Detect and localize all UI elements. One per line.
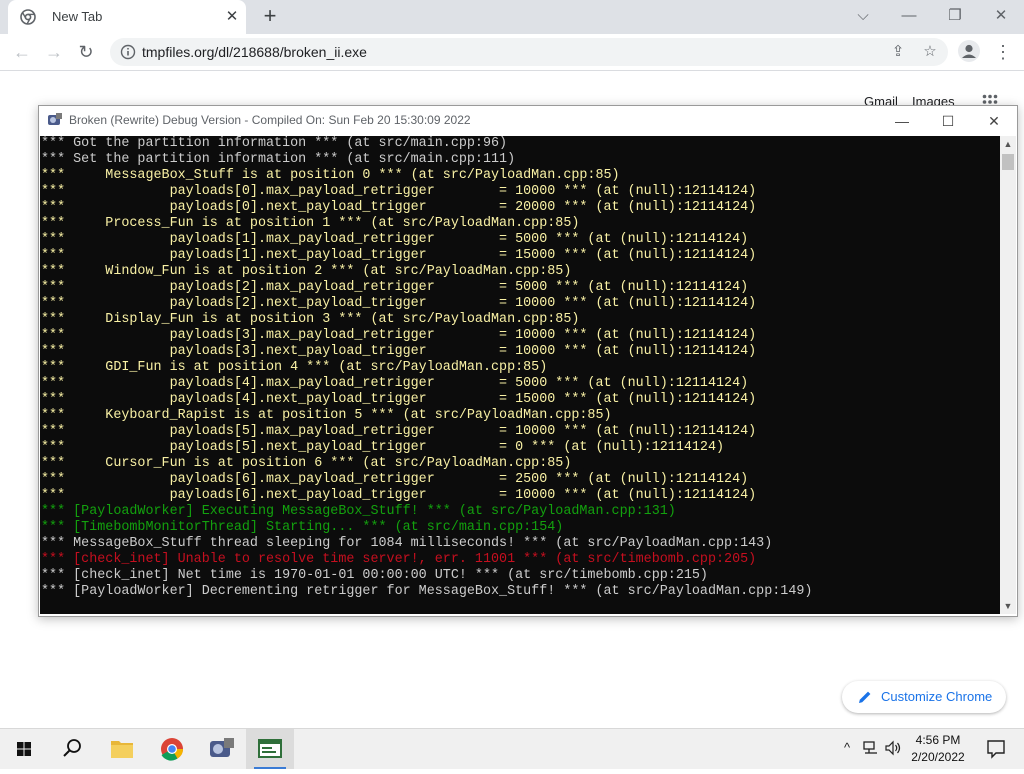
reload-icon[interactable]: ↻ (74, 40, 98, 64)
console-line: *** payloads[0].max_payload_retrigger = … (41, 184, 757, 199)
forward-arrow-icon[interactable]: → (42, 40, 66, 64)
network-icon[interactable] (862, 739, 880, 757)
tab-close-icon[interactable]: ✕ (222, 7, 242, 27)
clock-time[interactable]: 4:56 PM (906, 733, 970, 747)
restore-button[interactable]: ❐ (944, 6, 966, 26)
scrollbar-thumb[interactable] (1002, 154, 1014, 170)
console-output[interactable]: *** Got the partition information *** (a… (40, 136, 1000, 614)
console-line: *** payloads[4].next_payload_trigger = 1… (41, 392, 757, 407)
chrome-favicon-icon (20, 9, 36, 25)
chrome-menu-icon[interactable]: ⋮ (994, 40, 1012, 64)
console-line: *** Got the partition information *** (a… (41, 136, 508, 151)
console-line: *** payloads[2].max_payload_retrigger = … (41, 280, 749, 295)
console-line: *** payloads[5].next_payload_trigger = 0… (41, 440, 725, 455)
folder-icon (111, 741, 133, 758)
tab-strip: New Tab ✕ + ⌵ — ❐ ✕ (0, 0, 1024, 34)
console-line: *** Process_Fun is at position 1 *** (at… (41, 216, 580, 231)
notification-icon (987, 740, 1005, 759)
console-minimize-button[interactable]: — (887, 110, 917, 132)
console-app-icon (258, 739, 282, 758)
console-taskbar-button[interactable] (246, 729, 294, 769)
console-scrollbar[interactable]: ▲ ▼ (1000, 136, 1016, 614)
console-line: *** GDI_Fun is at position 4 *** (at src… (41, 360, 548, 375)
address-bar[interactable]: tmpfiles.org/dl/218688/broken_ii.exe ⇪ ☆ (110, 38, 948, 66)
pencil-icon (859, 691, 871, 703)
console-line: *** payloads[0].next_payload_trigger = 2… (41, 200, 757, 215)
console-line: *** Keyboard_Rapist is at position 5 ***… (41, 408, 612, 423)
share-icon[interactable]: ⇪ (888, 42, 908, 62)
search-icon (63, 739, 81, 757)
console-titlebar[interactable]: Broken (Rewrite) Debug Version - Compile… (39, 106, 1017, 136)
console-line: *** Set the partition information *** (a… (41, 152, 516, 167)
console-line: *** payloads[4].max_payload_retrigger = … (41, 376, 749, 391)
person-icon (962, 44, 976, 58)
console-line: *** Window_Fun is at position 2 *** (at … (41, 264, 572, 279)
console-line: *** payloads[6].next_payload_trigger = 1… (41, 488, 757, 503)
tab-search-dropdown-icon[interactable]: ⌵ (852, 6, 874, 26)
taskbar: ^ 4:56 PM 2/20/2022 (0, 728, 1024, 769)
console-line: *** payloads[3].max_payload_retrigger = … (41, 328, 757, 343)
console-line: *** payloads[5].max_payload_retrigger = … (41, 424, 757, 439)
console-line: *** [PayloadWorker] Executing MessageBox… (41, 504, 676, 519)
console-line: *** MessageBox_Stuff is at position 0 **… (41, 168, 620, 183)
broken-app-taskbar-button[interactable] (198, 729, 246, 769)
browser-toolbar: ← → ↻ tmpfiles.org/dl/218688/broken_ii.e… (0, 34, 1024, 71)
chrome-icon (161, 738, 183, 761)
broken-app-icon (48, 113, 62, 125)
console-line: *** Display_Fun is at position 3 *** (at… (41, 312, 580, 327)
close-window-button[interactable]: ✕ (990, 6, 1012, 26)
start-button[interactable] (0, 729, 48, 769)
console-line: *** payloads[1].max_payload_retrigger = … (41, 232, 749, 247)
console-close-button[interactable]: ✕ (979, 110, 1009, 132)
console-line: *** payloads[3].next_payload_trigger = 1… (41, 344, 757, 359)
tab-title: New Tab (52, 9, 103, 24)
bookmark-star-icon[interactable]: ☆ (920, 42, 940, 62)
new-tab-button[interactable]: + (258, 5, 282, 28)
action-center-button[interactable] (976, 729, 1016, 769)
customize-chrome-label: Customize Chrome (881, 689, 993, 704)
scroll-down-arrow-icon[interactable]: ▼ (1000, 598, 1016, 614)
windows-logo-icon (17, 742, 31, 756)
broken-app-icon (210, 738, 234, 757)
console-maximize-button[interactable]: ☐ (933, 110, 963, 132)
tab-new-tab[interactable]: New Tab ✕ (8, 0, 246, 34)
clock-date[interactable]: 2/20/2022 (906, 750, 970, 764)
console-line: *** payloads[6].max_payload_retrigger = … (41, 472, 749, 487)
minimize-button[interactable]: — (898, 6, 920, 26)
customize-chrome-button[interactable]: Customize Chrome (842, 681, 1006, 713)
show-hidden-icons-chevron-icon[interactable]: ^ (838, 739, 856, 757)
console-line: *** [check_inet] Unable to resolve time … (41, 552, 757, 567)
console-window[interactable]: Broken (Rewrite) Debug Version - Compile… (38, 105, 1018, 617)
console-line: *** [PayloadWorker] Decrementing retrigg… (41, 584, 813, 599)
chrome-taskbar-button[interactable] (148, 729, 196, 769)
console-line: *** Cursor_Fun is at position 6 *** (at … (41, 456, 572, 471)
site-info-icon[interactable] (120, 44, 136, 60)
console-line: *** [TimebombMonitorThread] Starting... … (41, 520, 564, 535)
scroll-up-arrow-icon[interactable]: ▲ (1000, 136, 1016, 152)
console-line: *** [check_inet] Net time is 1970-01-01 … (41, 568, 708, 583)
file-explorer-button[interactable] (98, 729, 146, 769)
back-arrow-icon[interactable]: ← (10, 40, 34, 64)
url-text[interactable]: tmpfiles.org/dl/218688/broken_ii.exe (142, 44, 367, 60)
console-line: *** payloads[1].next_payload_trigger = 1… (41, 248, 757, 263)
console-line: *** payloads[2].next_payload_trigger = 1… (41, 296, 757, 311)
console-title: Broken (Rewrite) Debug Version - Compile… (69, 113, 471, 127)
profile-avatar[interactable] (958, 40, 980, 62)
search-button[interactable] (48, 729, 96, 769)
console-line: *** MessageBox_Stuff thread sleeping for… (41, 536, 773, 551)
volume-icon[interactable] (884, 739, 902, 757)
